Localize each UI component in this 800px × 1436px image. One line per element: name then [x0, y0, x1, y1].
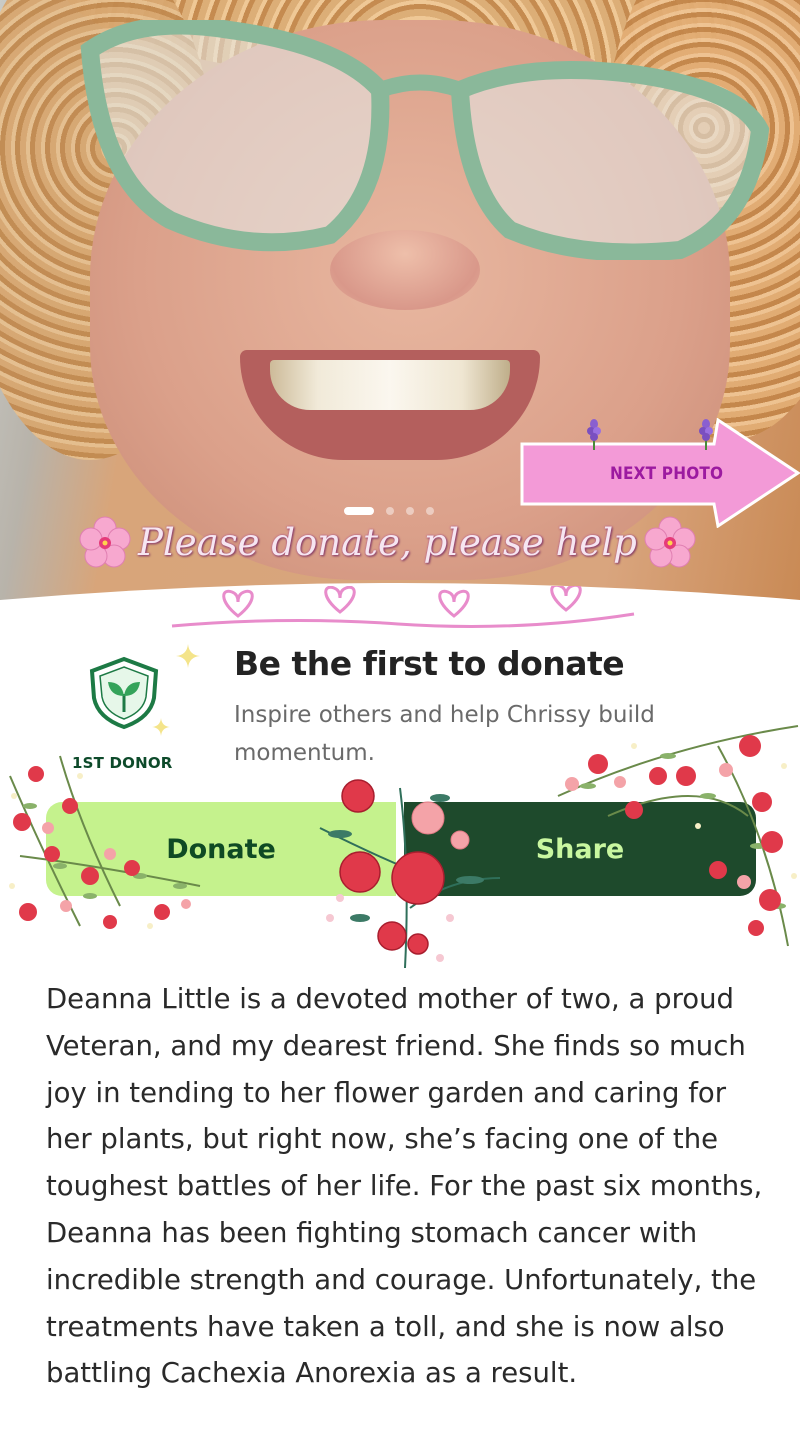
green-glasses	[80, 20, 770, 260]
shield-seedling-icon	[89, 656, 159, 730]
lavender-icon	[587, 419, 601, 450]
hearts-divider	[171, 586, 635, 628]
rose-bouquet-icon	[319, 779, 501, 969]
rose-bouquet-icon	[557, 725, 799, 947]
rose-bouquet-icon	[9, 755, 201, 929]
heart-icon	[222, 586, 582, 618]
fundraiser-story: Deanna Little is a devoted mother of two…	[46, 983, 763, 1390]
lavender-icon	[699, 419, 713, 450]
hero-photo[interactable]: NEXT PHOTO Please donate, please help	[0, 0, 800, 600]
sparkle-icon	[152, 718, 170, 736]
donor-card-title: Be the first to donate	[234, 644, 625, 683]
sparkle-icon	[176, 644, 200, 668]
pink-blossom-icon	[644, 516, 696, 568]
pink-blossom-icon	[79, 516, 131, 568]
photo-caption: Please donate, please help	[78, 512, 738, 572]
next-photo-label: NEXT PHOTO	[610, 464, 724, 484]
caption-text: Please donate, please help	[138, 520, 637, 564]
